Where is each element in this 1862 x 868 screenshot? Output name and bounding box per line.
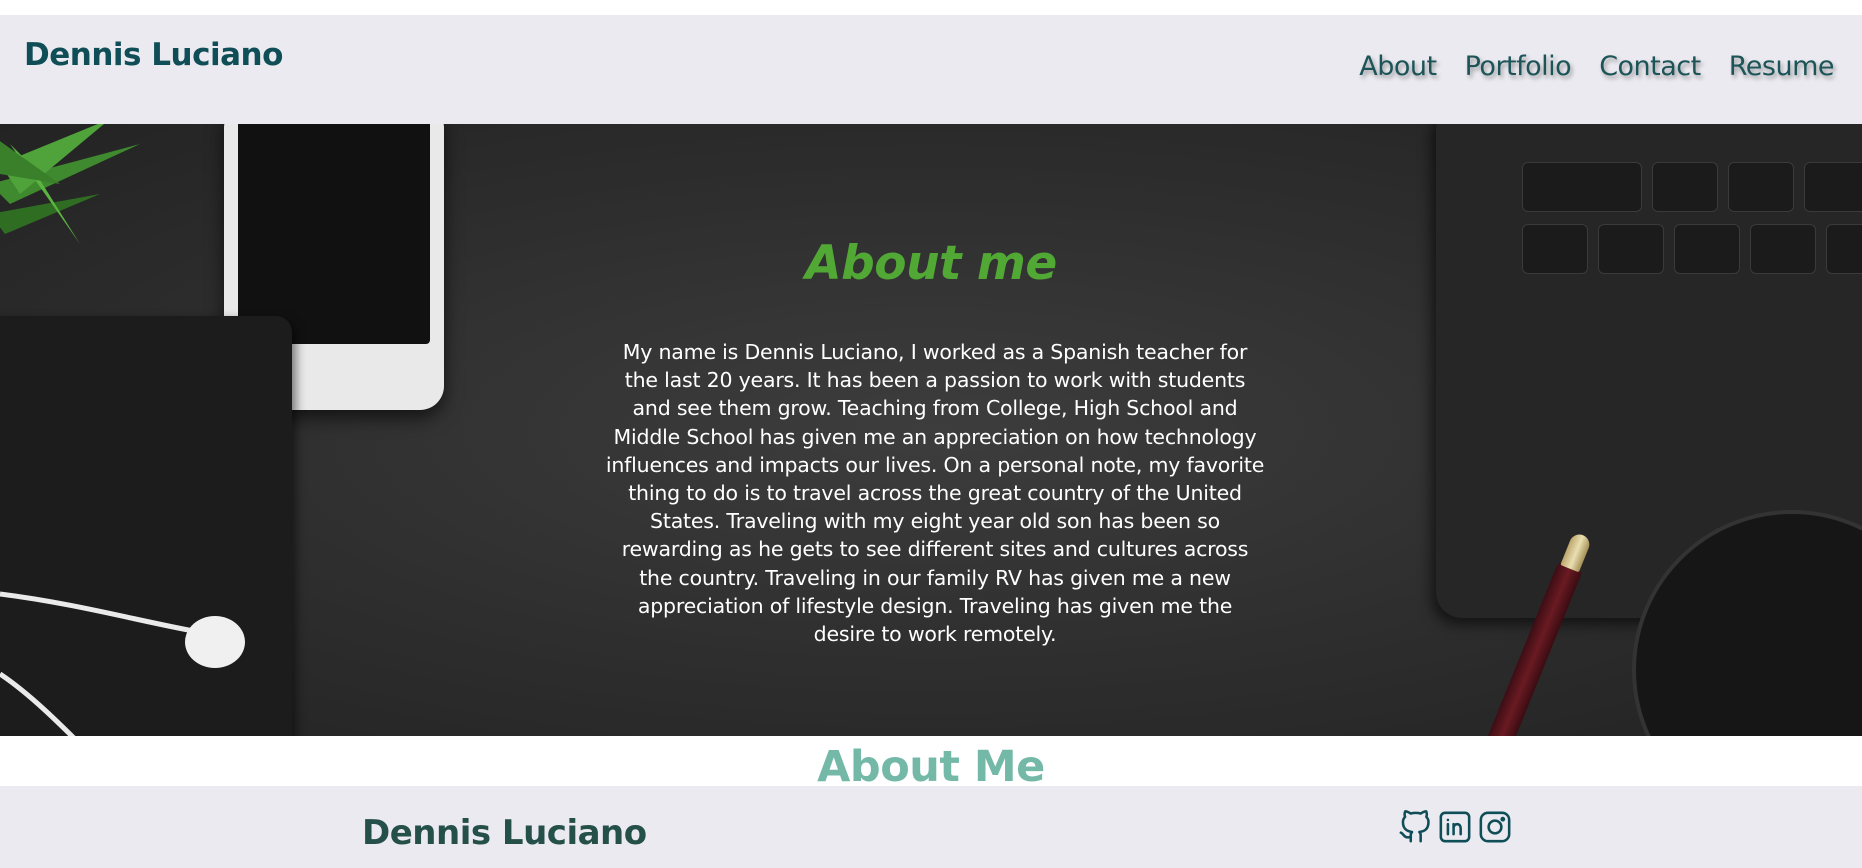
site-brand[interactable]: Dennis Luciano	[24, 37, 283, 73]
hero-banner: About me My name is Dennis Luciano, I wo…	[0, 124, 1862, 736]
nav-link-about[interactable]: About	[1359, 51, 1437, 82]
hero-title: About me	[805, 236, 1057, 291]
earbuds-decoration	[0, 591, 245, 736]
social-links	[1398, 810, 1512, 844]
about-paragraph: My name is Dennis Luciano, I worked as a…	[605, 340, 1265, 647]
section-title: About Me	[817, 742, 1045, 792]
site-header: Dennis Luciano About Portfolio Contact R…	[0, 15, 1862, 124]
main-nav: About Portfolio Contact Resume	[1359, 51, 1834, 82]
github-icon[interactable]	[1398, 810, 1432, 844]
site-footer: Dennis Luciano	[0, 786, 1862, 868]
linkedin-icon[interactable]	[1438, 810, 1472, 844]
nav-link-resume[interactable]: Resume	[1729, 51, 1835, 82]
nav-link-contact[interactable]: Contact	[1599, 51, 1701, 82]
instagram-icon[interactable]	[1478, 810, 1512, 844]
footer-name: Dennis Luciano	[362, 813, 647, 853]
nav-link-portfolio[interactable]: Portfolio	[1465, 51, 1572, 82]
plant-decoration	[0, 124, 140, 244]
